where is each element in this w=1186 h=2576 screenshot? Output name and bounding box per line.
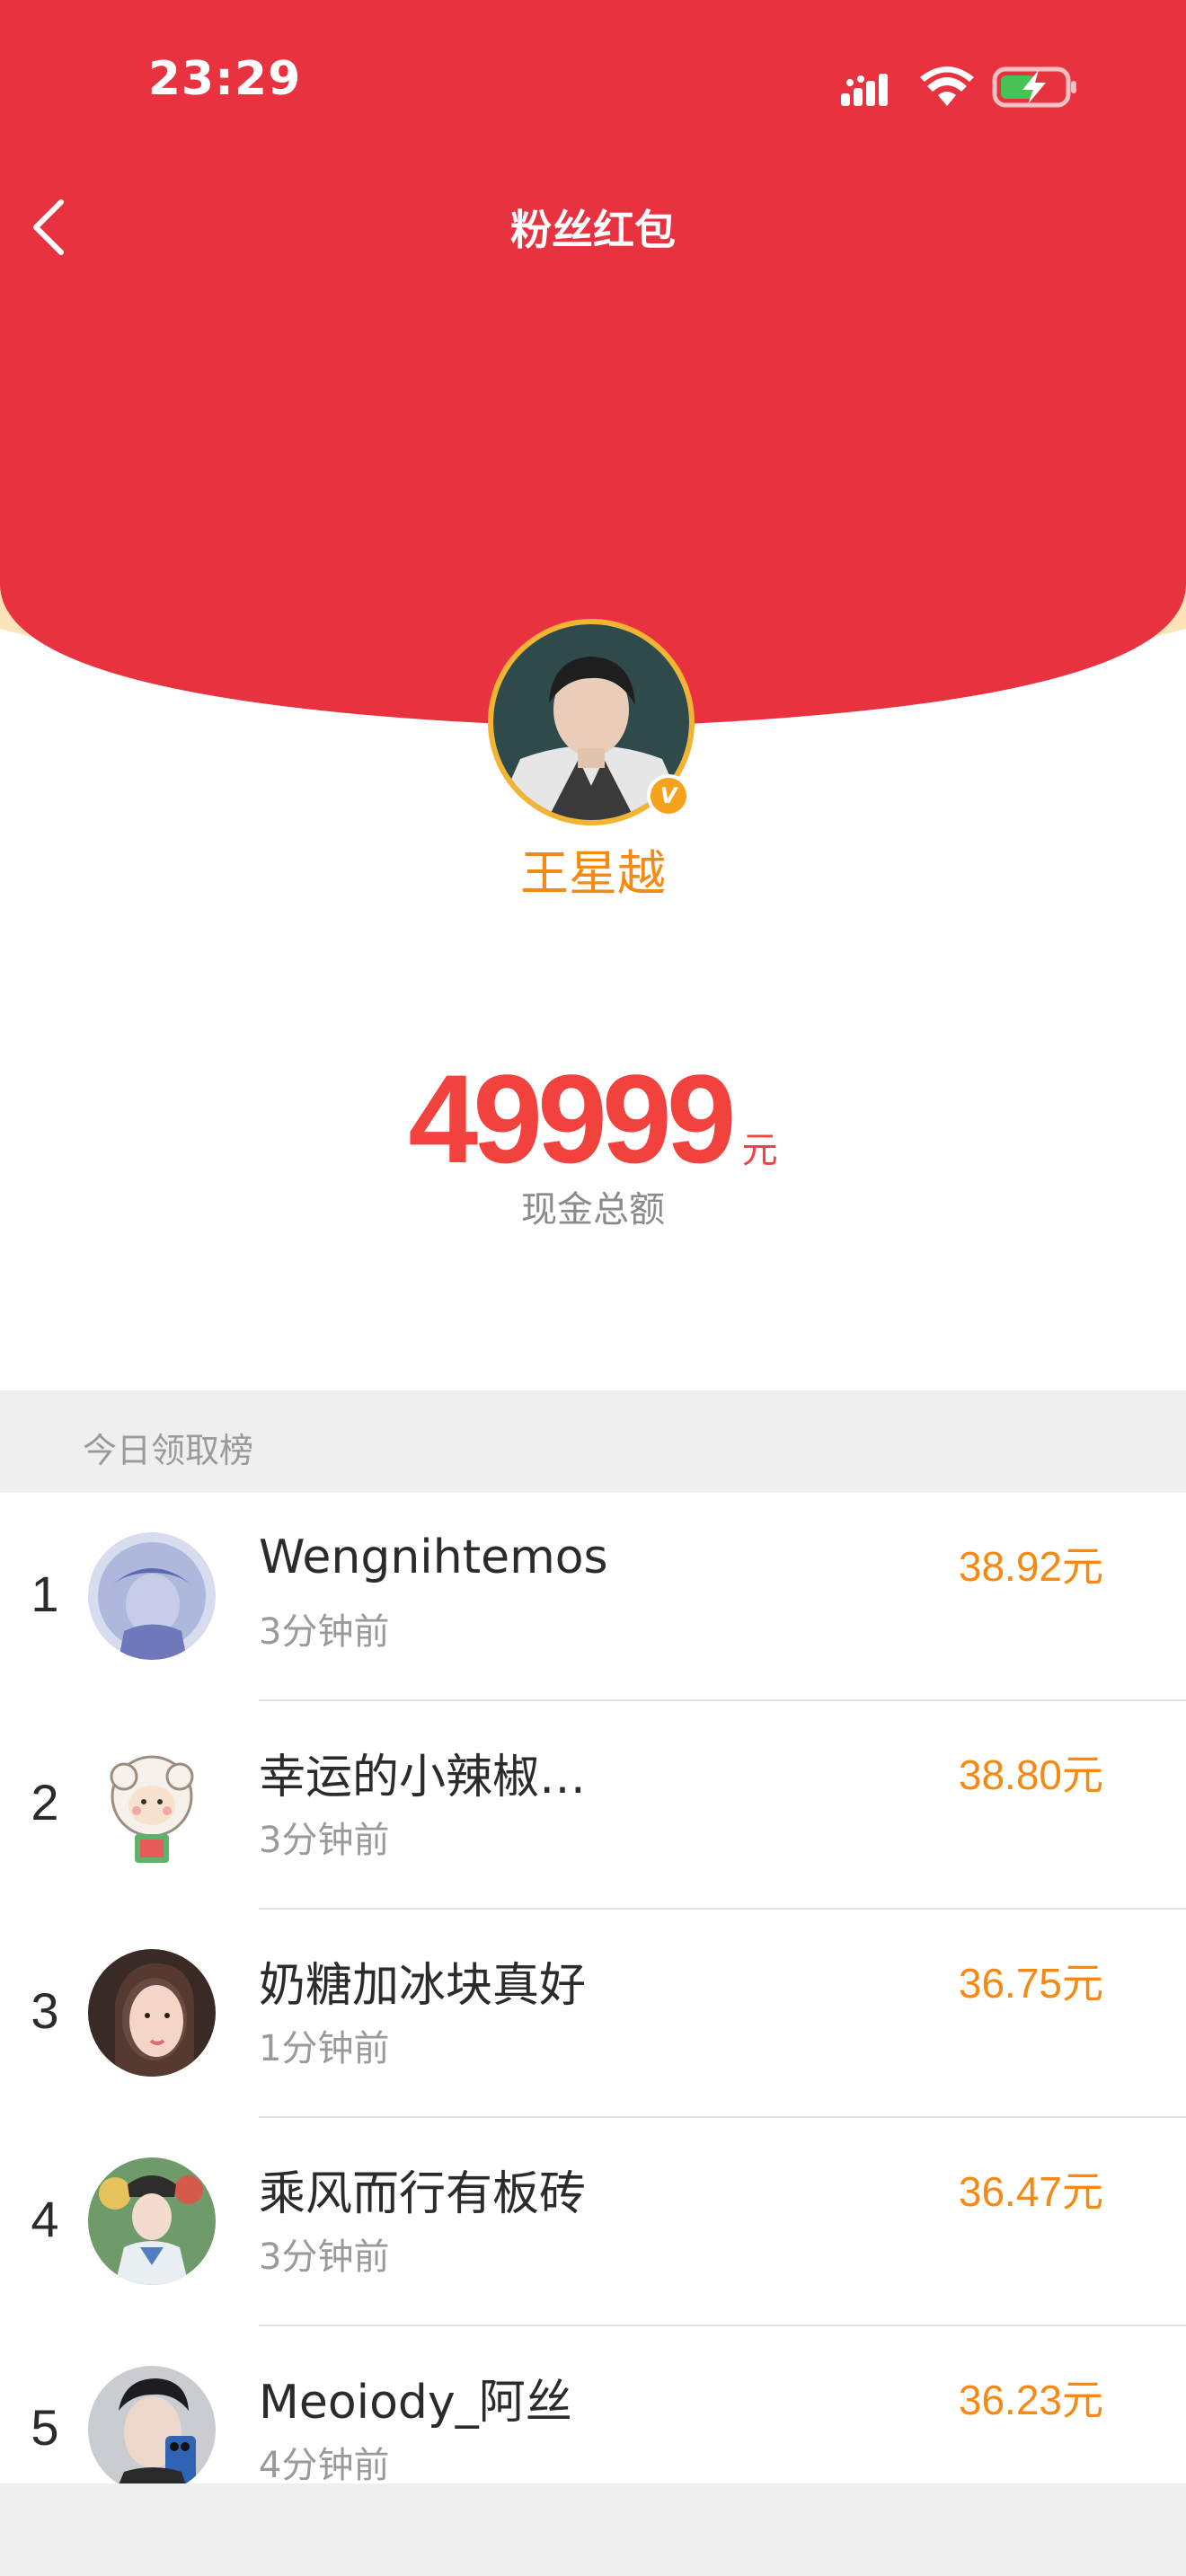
user-name: 乘风而行有板砖 xyxy=(259,2167,587,2221)
claim-time: 4分钟前 xyxy=(259,2445,390,2486)
bottom-bar xyxy=(0,2483,1186,2576)
rank-number: 1 xyxy=(31,1566,59,1622)
user-name: 幸运的小辣椒… xyxy=(259,1751,587,1804)
claim-amount: 38.92元 xyxy=(958,1543,1103,1590)
rank-number: 4 xyxy=(31,2191,59,2247)
claim-amount: 36.23元 xyxy=(958,2377,1103,2423)
avatar[interactable] xyxy=(88,1532,216,1660)
cash-total-label: 现金总额 xyxy=(521,1189,665,1231)
avatar[interactable] xyxy=(88,1949,216,2077)
claim-amount: 36.75元 xyxy=(958,1960,1103,2007)
signal-icon xyxy=(841,74,888,106)
claim-time: 3分钟前 xyxy=(259,1820,390,1861)
avatar[interactable] xyxy=(88,1741,216,1868)
list-item[interactable]: 4 乘风而行有板砖 3分钟前 36.47元 xyxy=(0,2118,1186,2326)
page-title: 粉丝红包 xyxy=(510,206,676,254)
status-time: 23:29 xyxy=(147,52,302,106)
cash-total-value: 49999 xyxy=(408,1048,736,1189)
avatar[interactable] xyxy=(88,2157,216,2285)
claim-time: 3分钟前 xyxy=(259,1611,390,1653)
list-item[interactable]: 3 奶糖加冰块真好 1分钟前 36.75元 xyxy=(0,1910,1186,2118)
wifi-icon xyxy=(920,66,974,106)
avatar[interactable] xyxy=(88,2366,216,2493)
cash-total-unit: 元 xyxy=(741,1130,778,1171)
list-item[interactable]: 1 Wengnihtemos 3分钟前 38.92元 xyxy=(0,1493,1186,1701)
claim-amount: 38.80元 xyxy=(958,1751,1103,1798)
list-item[interactable]: 2 幸运的小辣椒… 3分钟前 38.80元 xyxy=(0,1701,1186,1910)
claim-time: 3分钟前 xyxy=(259,2236,390,2278)
rank-number: 3 xyxy=(31,1982,59,2039)
verified-badge-icon: V xyxy=(647,774,690,817)
user-name: Meoiody_阿丝 xyxy=(259,2376,572,2430)
battery-charging-icon xyxy=(992,66,1076,108)
profile-name: 王星越 xyxy=(520,845,666,902)
user-name: 奶糖加冰块真好 xyxy=(259,1959,587,2013)
leaderboard-title: 今日领取榜 xyxy=(83,1431,254,1470)
user-name: Wengnihtemos xyxy=(259,1531,608,1584)
claim-amount: 36.47元 xyxy=(958,2168,1103,2215)
rank-number: 5 xyxy=(31,2399,59,2456)
claim-time: 1分钟前 xyxy=(259,2028,390,2069)
cash-total: 49999 元 xyxy=(0,1046,1186,1192)
rank-number: 2 xyxy=(31,1774,59,1831)
